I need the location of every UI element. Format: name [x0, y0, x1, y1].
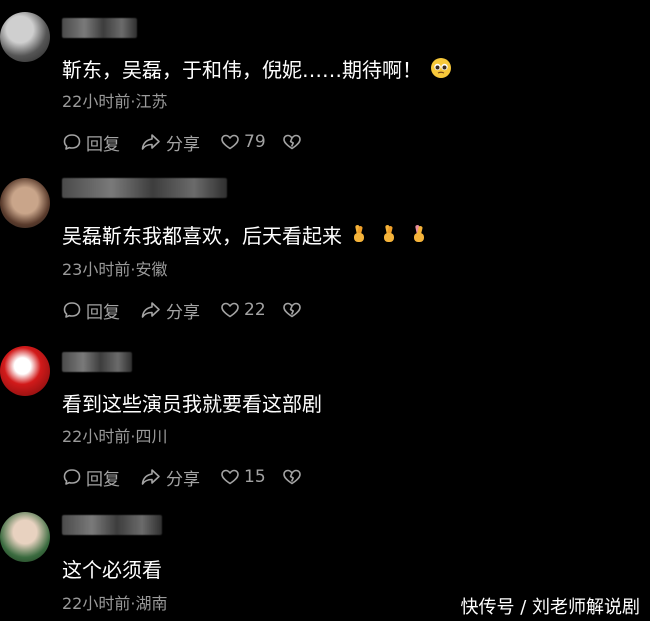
broken-heart-icon: [282, 467, 302, 487]
comment-text-content: 这个必须看: [62, 558, 162, 582]
share-arrow-icon: [140, 300, 162, 320]
share-label: 分享: [166, 134, 200, 155]
comment-actions: 回复 分享 15: [62, 465, 302, 490]
like-count: 79: [244, 132, 266, 152]
pleading-face-icon: [430, 57, 452, 86]
comment-actions: 回复 分享 22: [62, 298, 302, 323]
avatar[interactable]: [0, 178, 50, 228]
heart-icon: [220, 300, 240, 320]
username-blurred[interactable]: [62, 18, 137, 38]
comment-bubble-icon: [62, 467, 82, 487]
comment-text: 靳东，吴磊，于和伟，倪妮……期待啊！: [62, 56, 452, 86]
comment-text: 吴磊靳东我都喜欢，后天看起来: [62, 222, 428, 252]
reply-label: 回复: [86, 134, 120, 155]
comment-meta: 22小时前·江苏: [62, 92, 168, 111]
avatar[interactable]: [0, 12, 50, 62]
share-button[interactable]: 分享: [140, 465, 220, 490]
comment-meta: 23小时前·安徽: [62, 260, 168, 279]
like-button[interactable]: 15: [220, 467, 282, 487]
reply-button[interactable]: 回复: [62, 465, 140, 490]
comment-text: 看到这些演员我就要看这部剧: [62, 390, 322, 418]
heart-icon: [220, 132, 240, 152]
share-label: 分享: [166, 302, 200, 323]
comment-bubble-icon: [62, 132, 82, 152]
share-arrow-icon: [140, 467, 162, 487]
like-button[interactable]: 79: [220, 132, 282, 152]
share-arrow-icon: [140, 132, 162, 152]
comment-actions: 回复 分享 79: [62, 130, 302, 155]
dislike-button[interactable]: [282, 132, 302, 152]
share-button[interactable]: 分享: [140, 130, 220, 155]
comment-text: 这个必须看: [62, 556, 162, 584]
broken-heart-icon: [282, 132, 302, 152]
comment-text-content: 靳东，吴磊，于和伟，倪妮……期待啊！: [62, 58, 422, 82]
like-count: 15: [244, 467, 266, 487]
comment-text-content: 看到这些演员我就要看这部剧: [62, 392, 322, 416]
avatar[interactable]: [0, 346, 50, 396]
share-label: 分享: [166, 469, 200, 490]
comment-bubble-icon: [62, 300, 82, 320]
username-blurred[interactable]: [62, 178, 227, 198]
comment-meta: 22小时前·四川: [62, 427, 168, 446]
avatar[interactable]: [0, 512, 50, 562]
username-blurred[interactable]: [62, 515, 162, 535]
dislike-button[interactable]: [282, 300, 302, 320]
comment-text-content: 吴磊靳东我都喜欢，后天看起来: [62, 224, 342, 248]
crossed-fingers-icon: [380, 223, 398, 252]
username-blurred[interactable]: [62, 352, 132, 372]
dislike-button[interactable]: [282, 467, 302, 487]
reply-label: 回复: [86, 302, 120, 323]
like-count: 22: [244, 300, 266, 320]
share-button[interactable]: 分享: [140, 298, 220, 323]
heart-icon: [220, 467, 240, 487]
crossed-fingers-icon: [410, 223, 428, 252]
comment-meta: 22小时前·湖南: [62, 594, 168, 613]
like-button[interactable]: 22: [220, 300, 282, 320]
reply-button[interactable]: 回复: [62, 130, 140, 155]
reply-button[interactable]: 回复: [62, 298, 140, 323]
broken-heart-icon: [282, 300, 302, 320]
reply-label: 回复: [86, 469, 120, 490]
watermark: 快传号 / 刘老师解说剧: [460, 597, 640, 618]
crossed-fingers-icon: [350, 223, 368, 252]
